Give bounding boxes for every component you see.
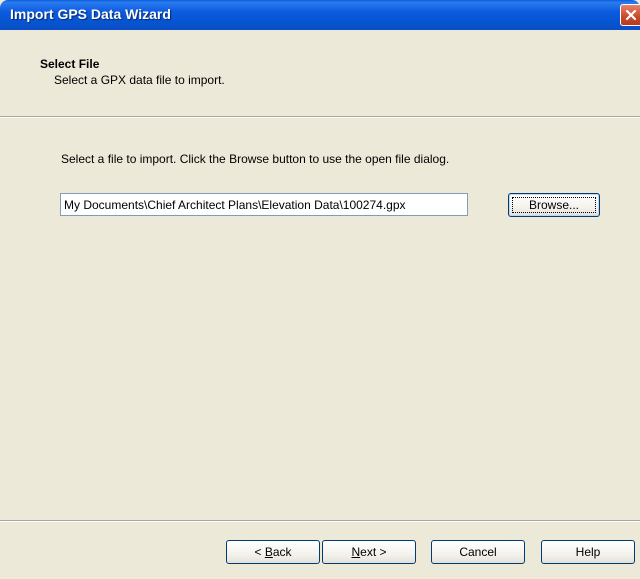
next-button[interactable]: Next > (322, 540, 416, 564)
browse-button-label: Browse... (528, 198, 579, 212)
footer-divider-highlight (0, 521, 640, 522)
cancel-button[interactable]: Cancel (431, 540, 525, 564)
instructions-text: Select a file to import. Click the Brows… (61, 152, 450, 166)
help-button-label: Help (575, 545, 601, 559)
step-subtitle: Select a GPX data file to import. (54, 73, 225, 87)
window-title: Import GPS Data Wizard (10, 6, 171, 22)
cancel-button-label: Cancel (459, 545, 497, 559)
help-button[interactable]: Help (541, 540, 635, 564)
back-button-label: < Back (254, 545, 292, 559)
close-button[interactable] (620, 4, 640, 26)
wizard-header: Select File Select a GPX data file to im… (0, 30, 640, 117)
next-button-label: Next > (351, 545, 387, 559)
close-icon (625, 9, 637, 21)
title-bar[interactable]: Import GPS Data Wizard (0, 0, 640, 30)
browse-button[interactable]: Browse... (508, 193, 600, 217)
back-button[interactable]: < Back (226, 540, 320, 564)
step-title: Select File (40, 57, 100, 71)
file-path-input[interactable] (60, 193, 468, 216)
header-divider (0, 117, 640, 118)
